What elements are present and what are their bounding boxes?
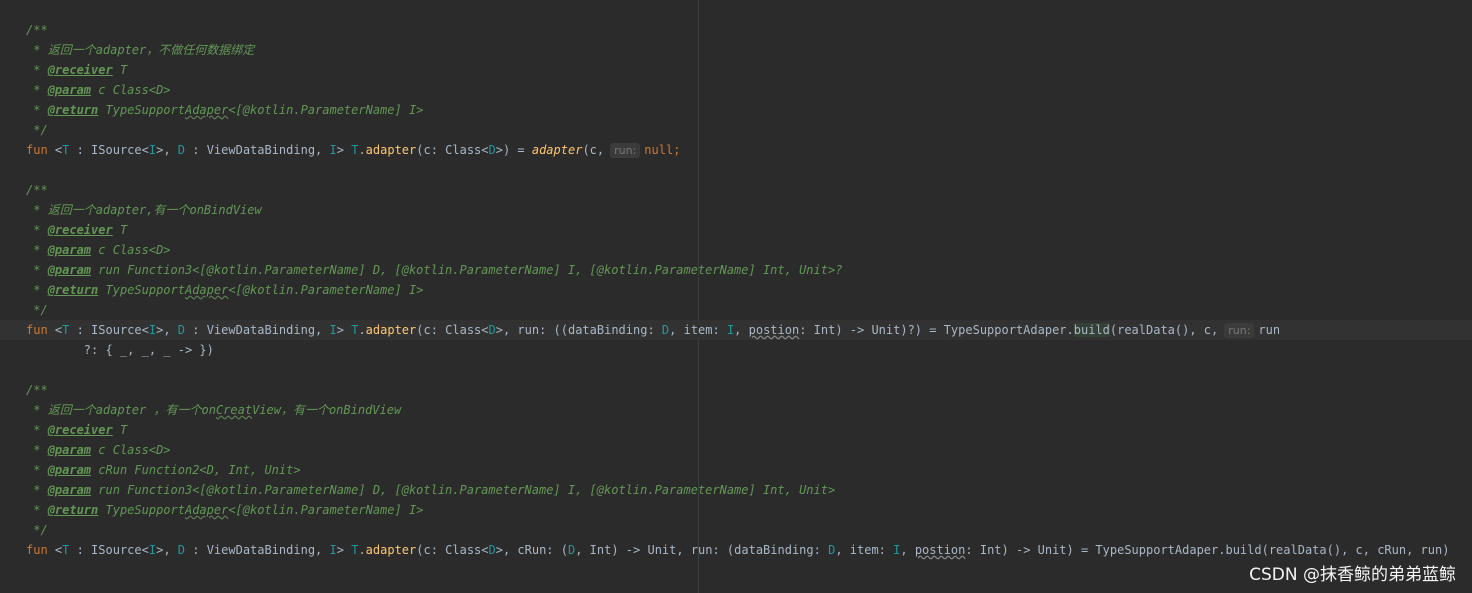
code-line-adapter-2[interactable]: fun <T : ISource<I>, D : ViewDataBinding… (0, 320, 1472, 340)
code-line-adapter-1[interactable]: fun <T : ISource<I>, D : ViewDataBinding… (26, 140, 680, 160)
doc-comment-close: */ (26, 523, 48, 537)
inlay-hint-run: run: (1224, 323, 1255, 338)
code-line-adapter-3[interactable]: fun <T : ISource<I>, D : ViewDataBinding… (26, 540, 1449, 560)
doc-param-line: * @param run Function3<[@kotlin.Paramete… (26, 483, 836, 497)
watermark: CSDN @抹香鲸的弟弟蓝鲸 (1249, 565, 1456, 585)
doc-comment-open: /** (26, 183, 48, 197)
doc-return-line: * @return TypeSupportAdaper<[@kotlin.Par… (26, 103, 424, 117)
doc-param-line: * @param cRun Function2<D, Int, Unit> (26, 463, 301, 477)
doc-param-line: * @param c Class<D> (26, 83, 171, 97)
doc-return-line: * @return TypeSupportAdaper<[@kotlin.Par… (26, 283, 424, 297)
doc-param-line: * @param run Function3<[@kotlin.Paramete… (26, 263, 843, 277)
code-editor[interactable]: /** * 返回一个adapter，不做任何数据绑定 * @receiver T… (0, 0, 1472, 593)
code-line-continuation[interactable]: ?: { _, _, _ -> }) (26, 340, 214, 360)
right-margin-guide (698, 0, 699, 593)
doc-comment-open: /** (26, 383, 48, 397)
doc-comment-open: /** (26, 23, 48, 37)
doc-comment-close: */ (26, 123, 48, 137)
doc-comment-description: * 返回一个adapter,有一个onBindView (26, 203, 262, 217)
doc-comment-close: */ (26, 303, 48, 317)
doc-receiver-line: * @receiver T (26, 63, 128, 77)
doc-param-line: * @param c Class<D> (26, 243, 171, 257)
doc-receiver-line: * @receiver T (26, 223, 128, 237)
doc-comment-description: * 返回一个adapter，不做任何数据绑定 (26, 43, 255, 57)
doc-param-line: * @param c Class<D> (26, 443, 171, 457)
doc-receiver-line: * @receiver T (26, 423, 128, 437)
doc-comment-description: * 返回一个adapter ，有一个onCreatView，有一个onBindV… (26, 403, 402, 417)
inlay-hint-run: run: (610, 143, 641, 158)
doc-return-line: * @return TypeSupportAdaper<[@kotlin.Par… (26, 503, 424, 517)
